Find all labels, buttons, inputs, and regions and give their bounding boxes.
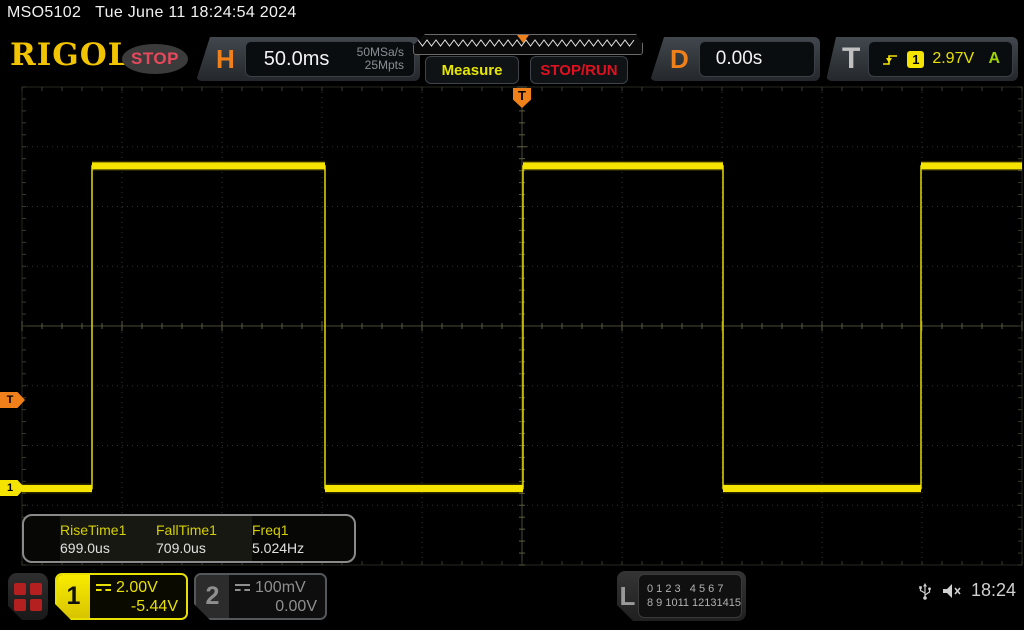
measurement-results-panel: RiseTime1 699.0us FallTime1 709.0us Freq… [22, 514, 356, 563]
oscilloscope-screen: MSO5102 Tue June 11 18:24:54 2024 RIGOL S… [0, 0, 1024, 630]
measurement-name: FallTime1 [156, 521, 217, 538]
measurement-name: RiseTime1 [60, 521, 127, 538]
measurement-value: 709.0us [156, 539, 206, 556]
measurement-value: 699.0us [60, 539, 110, 556]
measurement-item: RiseTime1 699.0us [60, 516, 156, 561]
measurement-value: 5.024Hz [252, 539, 305, 556]
measurement-name: Freq1 [252, 521, 289, 538]
measurement-item: FallTime1 709.0us [156, 516, 252, 561]
measurement-item: Freq1 5.024Hz [252, 516, 348, 561]
